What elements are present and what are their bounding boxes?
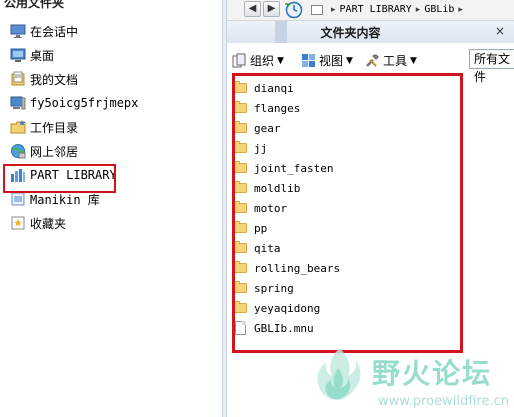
file-type-filter[interactable]: 所有文件 <box>469 49 514 84</box>
view-menu[interactable]: 视图 ▼ <box>301 52 353 69</box>
chevron-down-icon: ▼ <box>346 55 353 66</box>
organize-menu[interactable]: 组织 ▼ <box>232 52 284 69</box>
desktop-icon <box>10 47 26 63</box>
watermark-url: www.proewildfire.cn <box>378 394 509 409</box>
forward-button[interactable]: ▶ <box>263 1 280 17</box>
nav-item-desktop[interactable]: 桌面 <box>10 45 54 65</box>
history-icon[interactable] <box>284 0 304 22</box>
part-library-highlight-box <box>3 164 116 193</box>
working-folder-icon <box>10 119 26 135</box>
chevron-down-icon: ▼ <box>277 55 284 66</box>
breadcrumb[interactable]: ▸ PART LIBRARY ▸ GBLib ▸ <box>311 1 467 18</box>
nav-item-working-directory[interactable]: 工作目录 <box>10 117 78 137</box>
organize-icon <box>232 53 247 68</box>
folder-list-highlight-box <box>232 73 463 353</box>
manikin-library-icon <box>10 191 26 207</box>
wildfire-logo-icon <box>317 348 361 400</box>
back-button[interactable]: ◀ <box>244 1 261 17</box>
watermark: 野火论坛 www.proewildfire.cn <box>302 342 514 417</box>
navigation-bar: ◀ ▶ ▸ PART LIBRARY ▸ GBLib ▸ <box>227 0 514 21</box>
breadcrumb-gblib[interactable]: GBLib <box>424 4 454 15</box>
nav-item-my-documents[interactable]: 我的文档 <box>10 69 78 89</box>
breadcrumb-part-library[interactable]: PART LIBRARY <box>340 4 412 15</box>
monitor-icon <box>10 23 26 39</box>
folder-icon <box>311 4 323 15</box>
nav-item-favorites[interactable]: 收藏夹 <box>10 213 66 233</box>
tools-icon <box>365 53 380 68</box>
panel-title: 公用文件夹 <box>4 0 65 10</box>
folder-navigator-panel: 公用文件夹 在会话中 桌面 我的文档 fy5oicg5frjmepx 工作目录 <box>0 0 222 417</box>
nav-item-computer[interactable]: fy5oicg5frjmepx <box>10 93 138 113</box>
close-button[interactable]: × <box>495 24 505 38</box>
header-title: 文件夹内容 <box>320 26 381 40</box>
nav-item-network[interactable]: 网上邻居 <box>10 141 78 161</box>
view-icon <box>301 53 316 68</box>
breadcrumb-separator: ▸ <box>458 4 463 15</box>
documents-icon <box>10 71 26 87</box>
toolbar: 组织 ▼ 视图 ▼ 工具 ▼ 所有文件 <box>227 43 514 84</box>
network-icon <box>10 143 26 159</box>
breadcrumb-separator: ▸ <box>331 4 336 15</box>
favorites-icon <box>10 215 26 231</box>
chevron-down-icon: ▼ <box>410 55 417 66</box>
content-header: 文件夹内容 × <box>227 21 514 44</box>
breadcrumb-separator: ▸ <box>415 4 421 15</box>
tools-menu[interactable]: 工具 ▼ <box>365 52 417 69</box>
nav-item-in-session[interactable]: 在会话中 <box>10 21 78 41</box>
computer-icon <box>10 95 26 111</box>
watermark-text: 野火论坛 <box>372 357 493 390</box>
